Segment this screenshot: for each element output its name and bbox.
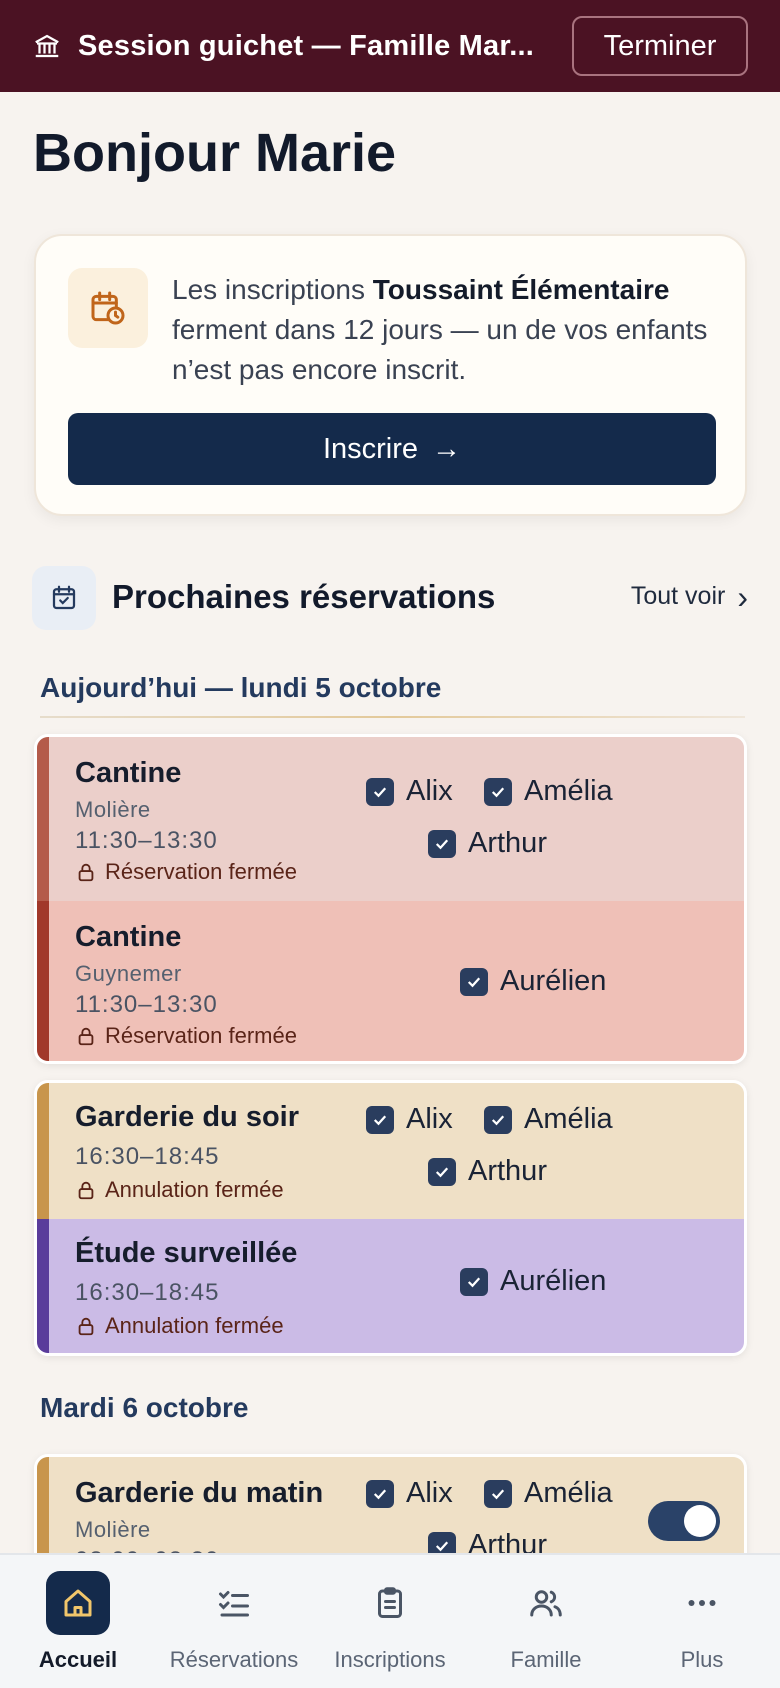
- nav-item-family[interactable]: Famille: [468, 1555, 624, 1688]
- enroll-button[interactable]: Inscrire →: [68, 413, 716, 485]
- child-name: Arthur: [468, 827, 547, 859]
- section-title: Prochaines réservations: [112, 578, 496, 615]
- reservation-time: 11:30–13:30: [75, 991, 218, 1018]
- reservation-lock-status: Réservation fermée: [75, 859, 297, 885]
- users-icon: [514, 1571, 578, 1635]
- alert-session-name: Toussaint Élémentaire: [372, 274, 670, 305]
- checkbox-checked-icon: [484, 1479, 512, 1508]
- lock-icon: [78, 1317, 94, 1336]
- nav-item-reservations[interactable]: Réservations: [156, 1555, 312, 1688]
- nav-label: Réservations: [169, 1647, 299, 1672]
- nav-item-more[interactable]: Plus: [624, 1555, 780, 1688]
- reservation-site: Guynemer: [75, 961, 182, 986]
- home-icon: [46, 1571, 110, 1635]
- reservation-lock-status: Annulation fermée: [75, 1177, 284, 1203]
- lock-icon: [78, 1181, 94, 1200]
- page-title: Bonjour Marie: [33, 123, 397, 183]
- reservation-lock-status: Annulation fermée: [75, 1313, 284, 1339]
- lock-icon: [78, 863, 94, 882]
- child-name: Arthur: [468, 1155, 547, 1187]
- checkbox-checked-icon: [484, 1105, 512, 1134]
- reservation-name: Garderie du soir: [75, 1101, 300, 1133]
- lock-label: Annulation fermée: [105, 1313, 284, 1338]
- reservation-site: Molière: [75, 1517, 151, 1542]
- child-checkbox-amelia[interactable]: Amélia: [484, 1477, 613, 1510]
- checkbox-checked-icon: [428, 1157, 456, 1186]
- lock-label: Réservation fermée: [105, 1023, 297, 1048]
- child-checkbox-aurelien[interactable]: Aurélien: [460, 1265, 606, 1298]
- see-all-label: Tout voir: [630, 582, 726, 610]
- day-divider: [40, 716, 745, 718]
- lock-icon: [78, 1027, 94, 1046]
- reservation-site: Molière: [75, 797, 151, 822]
- child-name: Aurélien: [500, 1265, 607, 1297]
- reservation-time: 16:30–18:45: [75, 1143, 220, 1170]
- arrow-right-icon: →: [432, 432, 462, 465]
- nav-label: Famille: [510, 1647, 582, 1672]
- reservation-row[interactable]: Étude surveillée 16:30–18:45 Annulation …: [37, 1219, 744, 1353]
- bottom-navigation: Accueil Réservations Inscriptions Famill…: [0, 1553, 780, 1688]
- reservation-toggle[interactable]: [648, 1501, 720, 1541]
- child-checkbox-arthur[interactable]: Arthur: [428, 827, 547, 860]
- child-checkbox-amelia[interactable]: Amélia: [484, 1103, 613, 1136]
- child-checkbox-arthur[interactable]: Arthur: [428, 1155, 547, 1188]
- nav-label: Accueil: [38, 1647, 118, 1672]
- bank-icon: [35, 34, 59, 58]
- day-label-tuesday: Mardi 6 octobre: [40, 1392, 249, 1423]
- enroll-label: Inscrire: [322, 432, 419, 465]
- nav-item-enrollments[interactable]: Inscriptions: [312, 1555, 468, 1688]
- lock-label: Annulation fermée: [105, 1177, 284, 1202]
- reservation-name: Cantine: [75, 757, 182, 789]
- alert-text: Les inscriptions Toussaint Élémentaire f…: [172, 274, 708, 385]
- child-checkbox-alix[interactable]: Alix: [366, 1103, 453, 1136]
- child-name: Aurélien: [500, 965, 607, 997]
- child-checkbox-aurelien[interactable]: Aurélien: [460, 965, 606, 998]
- checkbox-checked-icon: [366, 777, 394, 806]
- child-name: Alix: [406, 1103, 453, 1135]
- child-checkbox-amelia[interactable]: Amélia: [484, 775, 613, 808]
- day-label-today: Aujourd’hui — lundi 5 octobre: [40, 672, 442, 703]
- reservation-group-evening: Garderie du soir 16:30–18:45 Annulation …: [34, 1080, 747, 1356]
- clipboard-icon: [358, 1571, 422, 1635]
- session-title: Session guichet — Famille Mar...: [78, 29, 535, 62]
- chevron-right-icon: ›: [737, 578, 748, 615]
- reservation-name: Cantine: [75, 921, 182, 953]
- toggle-knob: [684, 1505, 716, 1537]
- checkbox-checked-icon: [366, 1479, 394, 1508]
- reservation-row[interactable]: Cantine Guynemer 11:30–13:30 Réservation…: [37, 901, 744, 1061]
- more-icon: [670, 1571, 734, 1635]
- nav-item-home[interactable]: Accueil: [0, 1555, 156, 1688]
- checkbox-checked-icon: [484, 777, 512, 806]
- child-name: Amélia: [524, 1103, 613, 1135]
- child-checkbox-alix[interactable]: Alix: [366, 1477, 453, 1510]
- calendar-check-icon: [32, 566, 96, 630]
- lock-label: Réservation fermée: [105, 859, 297, 884]
- reservation-row[interactable]: Cantine Molière 11:30–13:30 Réservation …: [37, 737, 744, 901]
- reservation-lock-status: Réservation fermée: [75, 1023, 297, 1049]
- child-name: Alix: [406, 1477, 453, 1509]
- nav-label: Plus: [680, 1647, 724, 1672]
- child-name: Amélia: [524, 1477, 613, 1509]
- child-name: Alix: [406, 775, 453, 807]
- upcoming-reservations-header: Prochaines réservations Tout voir ›: [32, 566, 748, 630]
- reservation-time: 11:30–13:30: [75, 827, 218, 854]
- checkbox-checked-icon: [460, 1267, 488, 1296]
- end-session-button[interactable]: Terminer: [572, 16, 748, 76]
- enrollment-alert-card: Les inscriptions Toussaint Élémentaire f…: [34, 234, 747, 516]
- reservation-name: Garderie du matin: [75, 1477, 324, 1509]
- checkbox-checked-icon: [428, 829, 456, 858]
- session-header: Session guichet — Famille Mar... Termine…: [0, 0, 780, 92]
- checklist-icon: [202, 1571, 266, 1635]
- child-checkbox-alix[interactable]: Alix: [366, 775, 453, 808]
- reservation-row[interactable]: Garderie du soir 16:30–18:45 Annulation …: [37, 1083, 744, 1219]
- reservation-group-lunch: Cantine Molière 11:30–13:30 Réservation …: [34, 734, 747, 1064]
- reservation-name: Étude surveillée: [75, 1237, 298, 1269]
- nav-label: Inscriptions: [334, 1647, 446, 1672]
- see-all-link[interactable]: Tout voir ›: [630, 578, 748, 615]
- checkbox-checked-icon: [366, 1105, 394, 1134]
- checkbox-checked-icon: [460, 967, 488, 996]
- reservation-time: 16:30–18:45: [75, 1279, 220, 1306]
- child-name: Amélia: [524, 775, 613, 807]
- calendar-clock-icon: [68, 268, 148, 348]
